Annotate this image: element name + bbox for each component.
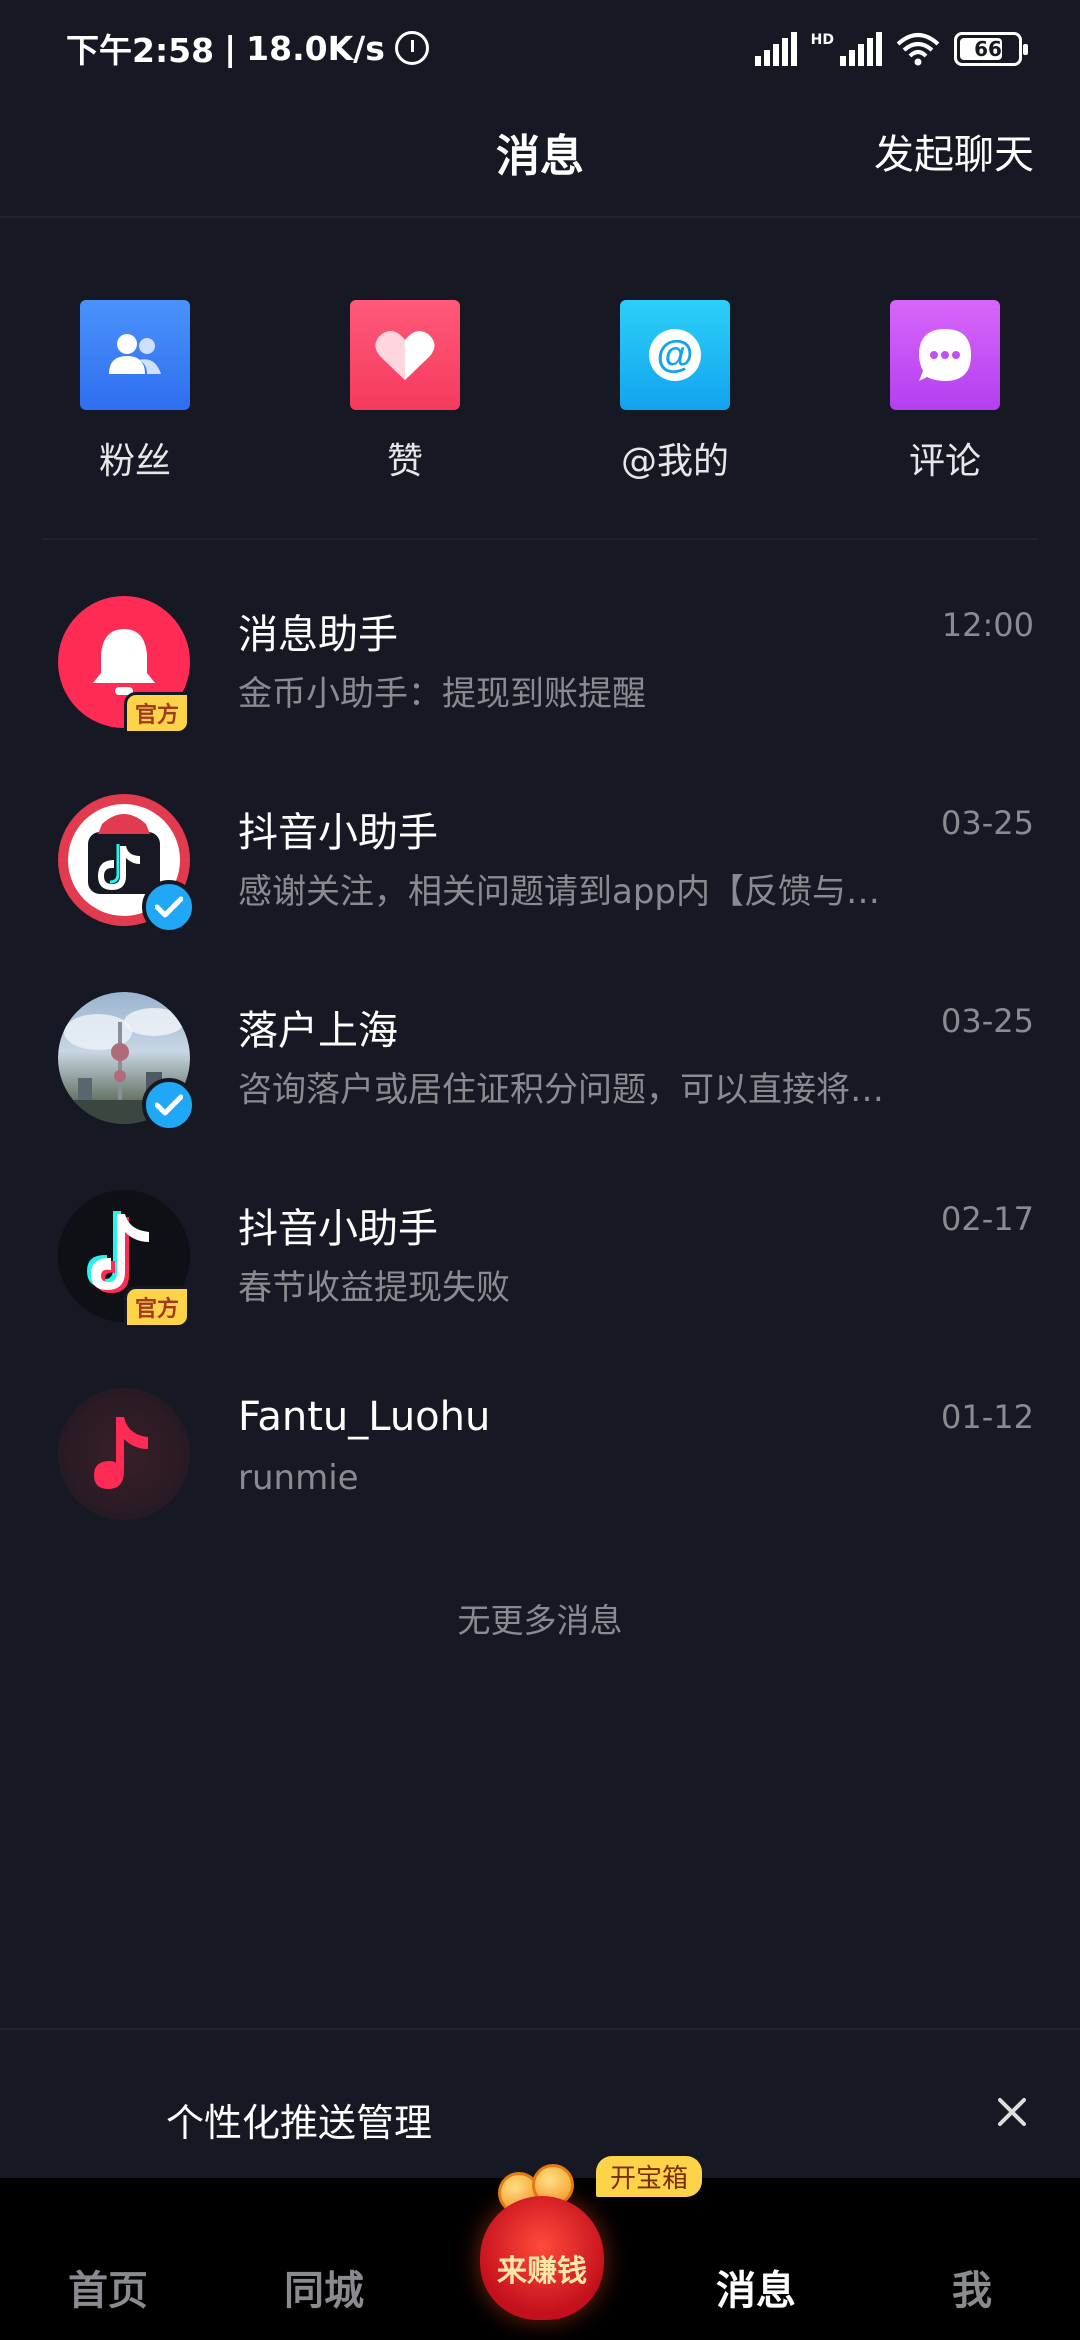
start-chat-button[interactable]: 发起聊天 [874,122,1034,180]
avatar: 官方 [58,1190,190,1328]
list-item[interactable]: 官方 抖音小助手 春节收益提现失败 02-17 [0,1190,1080,1388]
conversation-preview: runmie [238,1458,359,1498]
nav-nearby[interactable]: 同城 [284,2258,364,2316]
divider [42,538,1038,540]
conversation-time: 02-17 [941,1200,1034,1238]
status-time: 下午2:58 [66,31,215,70]
conversation-preview: 金币小助手：提现到账提醒 [238,674,646,714]
verified-icon [142,1078,196,1132]
verified-icon [142,880,196,934]
conversation-name: 抖音小助手 [238,810,438,856]
list-item[interactable]: 落户上海 咨询落户或居住证积分问题，可以直接将… 03-25 [0,992,1080,1190]
svg-text:@: @ [656,334,693,376]
avatar [58,992,196,1132]
quick-entry-mentions[interactable]: @ @我的 [585,300,765,484]
push-management-bar[interactable]: 个性化推送管理 [0,2028,1080,2178]
quick-entry-label: 粉丝 [98,441,171,482]
list-item[interactable]: Fantu_Luohu runmie 01-12 [0,1388,1080,1586]
no-more-messages-text: 无更多消息 [457,1601,623,1640]
avatar [58,794,196,934]
messages-screen: 下午2:58 | 18.0K/s HD 66 消息 发起聊天 粉丝 赞 @ @我… [0,0,1080,2340]
conversation-name: 落户上海 [238,1008,398,1054]
conversation-name: 抖音小助手 [238,1206,438,1252]
earn-money-button[interactable]: 来赚钱 [470,2164,614,2320]
conversation-time: 01-12 [941,1398,1034,1436]
conversation-name: 消息助手 [238,612,398,658]
music-note-icon [58,1388,190,1520]
nav-messages[interactable]: 消息 [716,2258,796,2316]
header: 消息 发起聊天 [0,96,1080,218]
nav-me[interactable]: 我 [952,2258,992,2316]
conversation-time: 03-25 [941,804,1034,842]
quick-entry-label: 赞 [386,441,423,482]
conversation-time: 12:00 [941,606,1034,644]
list-item[interactable]: 抖音小助手 感谢关注，相关问题请到app内【反馈与… 03-25 [0,794,1080,992]
official-badge: 官方 [124,692,190,734]
status-separator: | [224,28,237,68]
quick-entry-fans[interactable]: 粉丝 [45,300,225,484]
quick-entry-comments[interactable]: 评论 [855,300,1035,484]
alarm-icon [394,31,429,65]
quick-entries: 粉丝 赞 @ @我的 评论 [0,300,1080,490]
nav-home[interactable]: 首页 [68,2258,148,2316]
list-item[interactable]: 官方 消息助手 金币小助手：提现到账提醒 12:00 [0,596,1080,794]
at-icon: @ [620,300,730,410]
battery-icon: 66 [954,32,1028,66]
official-badge: 官方 [124,1286,190,1328]
quick-entry-likes[interactable]: 赞 [315,300,495,484]
conversation-name: Fantu_Luohu [238,1394,491,1440]
quick-entry-label: @我的 [620,441,729,482]
conversation-preview: 感谢关注，相关问题请到app内【反馈与… [238,872,880,912]
status-right: HD 66 [754,26,1028,66]
conversation-preview: 春节收益提现失败 [238,1268,510,1308]
comment-icon [890,300,1000,410]
signal-icon-2 [840,32,882,66]
push-management-label: 个性化推送管理 [166,2101,433,2145]
status-left: 下午2:58 | 18.0K/s [66,24,429,72]
red-bag-icon: 来赚钱 [480,2196,604,2320]
heart-icon [350,300,460,410]
wifi-icon [896,33,940,66]
signal-icon [754,32,797,66]
network-type-label: HD [810,32,834,48]
earn-money-label: 来赚钱 [497,2254,587,2289]
conversation-preview: 咨询落户或居住证积分问题，可以直接将… [238,1070,884,1110]
battery-level: 66 [974,37,1002,61]
quick-entry-label: 评论 [908,441,981,482]
close-icon[interactable] [994,2094,1030,2130]
status-speed: 18.0K/s [246,28,385,68]
open-chest-tag[interactable]: 开宝箱 [596,2156,703,2197]
status-bar: 下午2:58 | 18.0K/s HD 66 [0,0,1080,96]
fans-icon [80,300,190,410]
avatar: 官方 [58,596,190,734]
bottom-nav: 首页 同城 来赚钱 消息 我 [0,2164,1080,2340]
avatar [58,1388,190,1520]
conversation-time: 03-25 [941,1002,1034,1040]
